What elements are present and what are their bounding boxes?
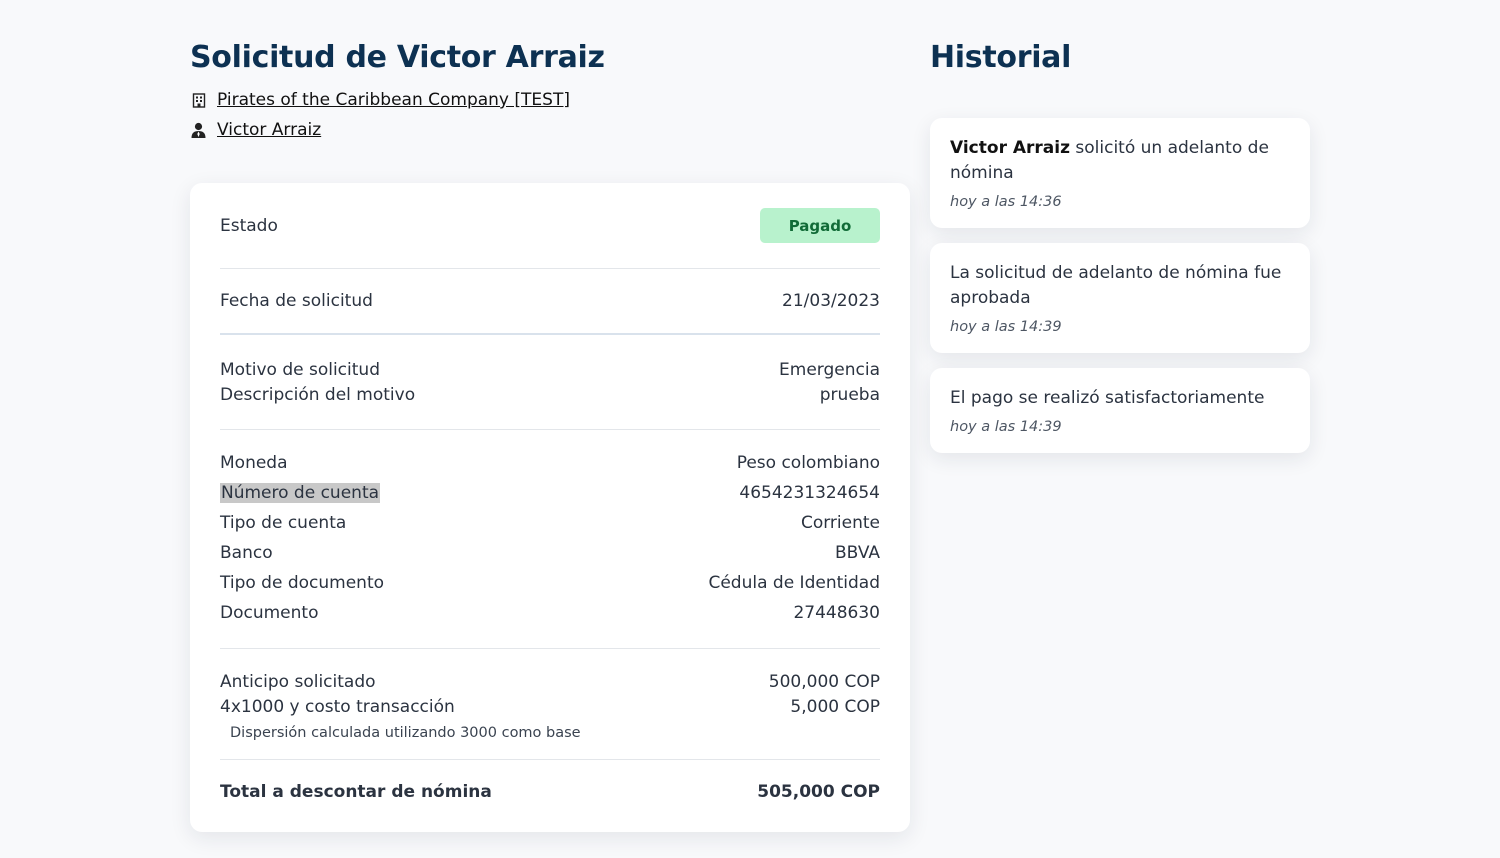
employee-link[interactable]: Victor Arraiz (190, 115, 910, 145)
cuenta-value: 4654231324654 (739, 483, 880, 503)
history-panel: Historial Victor Arraiz solicitó un adel… (930, 38, 1310, 453)
history-item: El pago se realizó satisfactoriamente ho… (930, 368, 1310, 453)
cuenta-row: Número de cuenta 4654231324654 (220, 478, 880, 508)
history-time: hoy a las 14:39 (950, 419, 1062, 435)
descripcion-label: Descripción del motivo (220, 384, 416, 405)
motivo-group: Motivo de solicitud Emergencia Descripci… (220, 335, 880, 429)
history-time: hoy a las 14:36 (950, 194, 1062, 210)
tipo-doc-row: Tipo de documento Cédula de Identidad (220, 568, 880, 598)
request-panel: Solicitud de Victor Arraiz Pirates of th… (190, 38, 910, 832)
moneda-row: Moneda Peso colombiano (220, 448, 880, 478)
anticipo-row: Anticipo solicitado 500,000 COP (220, 669, 880, 694)
page-title: Solicitud de Victor Arraiz (190, 40, 605, 75)
banco-label: Banco (220, 543, 273, 563)
tipo-doc-value: Cédula de Identidad (708, 573, 880, 593)
company-name[interactable]: Pirates of the Caribbean Company [TEST] (217, 90, 570, 110)
banco-row: Banco BBVA (220, 538, 880, 568)
motivo-row: Motivo de solicitud Emergencia (220, 357, 880, 382)
history-message: La solicitud de adelanto de nómina fue a… (950, 263, 1282, 308)
motivo-label: Motivo de solicitud (220, 359, 380, 380)
dispersion-note: Dispersión calculada utilizando 3000 com… (230, 724, 581, 741)
history-time: hoy a las 14:39 (950, 319, 1062, 335)
anticipo-label: Anticipo solicitado (220, 671, 376, 692)
history-message: El pago se realizó satisfactoriamente (950, 388, 1265, 408)
moneda-value: Peso colombiano (736, 453, 880, 473)
costo-label: 4x1000 y costo transacción (220, 696, 455, 717)
anticipo-value: 500,000 COP (768, 671, 880, 692)
history-message: Victor Arraiz solicitó un adelanto de nó… (950, 136, 1290, 186)
costo-row: 4x1000 y costo transacción 5,000 COP (220, 694, 880, 719)
fecha-row: Fecha de solicitud 21/03/2023 (220, 269, 880, 333)
moneda-label: Moneda (220, 453, 288, 473)
status-badge: Pagado (760, 208, 880, 243)
history-item: La solicitud de adelanto de nómina fue a… (930, 243, 1310, 353)
documento-label: Documento (220, 603, 319, 623)
history-list: Victor Arraiz solicitó un adelanto de nó… (930, 118, 1310, 468)
tipo-cuenta-label: Tipo de cuenta (220, 513, 347, 533)
estado-row: Estado Pagado (220, 183, 880, 268)
person-icon (190, 122, 207, 139)
fecha-value: 21/03/2023 (782, 291, 880, 311)
tipo-doc-label: Tipo de documento (220, 573, 385, 593)
estado-label: Estado (220, 215, 278, 236)
total-row: Total a descontar de nómina 505,000 COP (220, 760, 880, 824)
total-value: 505,000 COP (757, 782, 880, 802)
cuenta-label: Número de cuenta (220, 483, 381, 503)
tipo-cuenta-value: Corriente (800, 513, 880, 533)
building-icon (190, 92, 207, 109)
documento-value: 27448630 (793, 603, 880, 623)
fecha-label: Fecha de solicitud (220, 291, 373, 311)
descripcion-value: prueba (819, 384, 880, 405)
bank-group: Moneda Peso colombiano Número de cuenta … (220, 430, 880, 648)
total-label: Total a descontar de nómina (220, 782, 492, 802)
documento-row: Documento 27448630 (220, 598, 880, 628)
tipo-cuenta-row: Tipo de cuenta Corriente (220, 508, 880, 538)
history-title: Historial (930, 40, 1072, 75)
costo-value: 5,000 COP (790, 696, 880, 717)
request-details-card: Estado Pagado Fecha de solicitud 21/03/2… (190, 183, 910, 832)
amount-group: Anticipo solicitado 500,000 COP 4x1000 y… (220, 649, 880, 759)
motivo-value: Emergencia (779, 359, 880, 380)
employee-name[interactable]: Victor Arraiz (217, 120, 321, 140)
descripcion-row: Descripción del motivo prueba (220, 382, 880, 407)
company-link[interactable]: Pirates of the Caribbean Company [TEST] (190, 85, 910, 115)
history-item: Victor Arraiz solicitó un adelanto de nó… (930, 118, 1310, 228)
banco-value: BBVA (835, 543, 880, 563)
history-actor: Victor Arraiz (950, 138, 1070, 158)
